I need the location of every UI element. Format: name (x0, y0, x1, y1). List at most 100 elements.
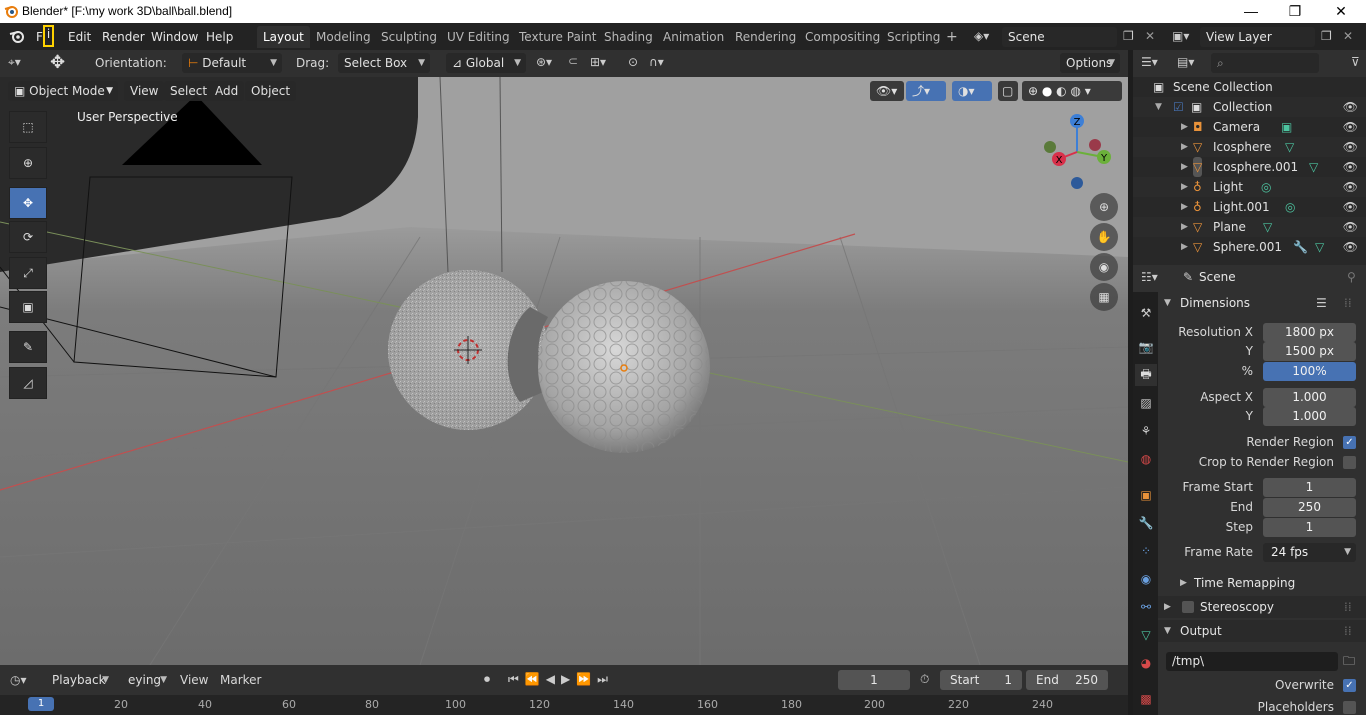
visibility-icon[interactable]: 👁▾ (870, 81, 904, 101)
outliner-item-icosphere-001[interactable]: ▶ ▽ Icosphere.001 ▽ 👁 (1133, 157, 1366, 177)
camera-view-icon[interactable]: ◉ (1090, 253, 1118, 281)
tab-shading[interactable]: Shading (598, 26, 659, 48)
placeholders-checkbox[interactable] (1343, 701, 1356, 714)
falloff-icon[interactable]: ∩▾ (649, 55, 664, 69)
orientation-dropdown[interactable]: ⊢ Default ▼ (182, 53, 282, 73)
expand-icon[interactable]: ▶ (1181, 197, 1188, 217)
pan-hand-icon[interactable]: ✋ (1090, 223, 1118, 251)
tab-rendering[interactable]: Rendering (729, 26, 802, 48)
playback-controls-icons[interactable]: ⏮⏪◀▶⏩⏭ (508, 672, 614, 687)
physics-tab-icon[interactable]: ◉ (1135, 568, 1157, 590)
restore-button[interactable]: ❐ (1272, 0, 1318, 23)
outliner-editor-type-icon[interactable]: ☰▾ (1141, 55, 1158, 69)
tab-animation[interactable]: Animation (657, 26, 730, 48)
overwrite-checkbox[interactable]: ✓ (1343, 679, 1356, 692)
expand-icon[interactable]: ▶ (1181, 237, 1188, 257)
outliner-item-collection[interactable]: ▼ ☑ ▣ Collection 👁 (1133, 97, 1366, 117)
menu-help[interactable]: Help (202, 28, 237, 46)
expand-icon[interactable]: ▼ (1155, 97, 1162, 117)
properties-editor-type-icon[interactable]: ☷▾ (1141, 270, 1158, 284)
expand-icon[interactable]: ▶ (1181, 137, 1188, 157)
crop-region-checkbox[interactable] (1343, 456, 1356, 469)
outliner-item-sphere-001[interactable]: ▶ ▽ Sphere.001 🔧 ▽ 👁 (1133, 237, 1366, 257)
outliner-item-camera[interactable]: ▶ ◘ Camera ▣ 👁 (1133, 117, 1366, 137)
scale-tool[interactable]: ⤢ (9, 257, 47, 289)
drag-dropdown[interactable]: Select Box ▼ (338, 53, 430, 73)
add-workspace-icon[interactable]: + (946, 29, 958, 45)
menu-edit[interactable]: Edit (64, 28, 95, 46)
playhead[interactable]: 1 (28, 697, 54, 711)
frame-rate-dropdown[interactable]: 24 fps ▼ (1263, 543, 1356, 562)
minimize-button[interactable]: — (1228, 0, 1274, 23)
folder-browse-icon[interactable]: 🗀 (1340, 652, 1358, 671)
timeline-ruler[interactable]: 1 20 40 60 80 100 120 140 160 180 200 22… (0, 695, 1128, 715)
frame-start-field[interactable]: 1 (1263, 478, 1356, 497)
pivot-point-icon[interactable]: ⊛▾ (536, 55, 552, 69)
view-layer-icon[interactable]: ▣▾ (1172, 29, 1189, 43)
constraints-tab-icon[interactable]: ⚯ (1135, 596, 1157, 618)
render-region-checkbox[interactable]: ✓ (1343, 436, 1356, 449)
expand-icon[interactable]: ▶ (1181, 157, 1188, 177)
annotate-tool[interactable]: ✎ (9, 331, 47, 363)
tab-compositing[interactable]: Compositing (799, 26, 886, 48)
stereoscopy-panel-header[interactable]: ▶ Stereoscopy ⁞⁞ (1158, 596, 1366, 618)
view-layer-tab-icon[interactable]: ▨ (1135, 392, 1157, 414)
viewport-view-menu[interactable]: View (124, 81, 165, 101)
aspect-y-field[interactable]: 1.000 (1263, 407, 1356, 426)
eye-icon[interactable]: 👁 (1343, 137, 1358, 157)
options-dropdown[interactable]: Options ▼ (1060, 53, 1120, 73)
material-tab-icon[interactable]: ◕ (1135, 652, 1157, 674)
eye-icon[interactable]: 👁 (1343, 197, 1358, 217)
render-tab-icon[interactable]: 📷 (1135, 336, 1157, 358)
outliner-scene-collection[interactable]: ▣ Scene Collection (1133, 77, 1366, 97)
proportional-edit-icon[interactable]: ⊙ (628, 55, 638, 69)
texture-tab-icon[interactable]: ▩ (1135, 688, 1157, 710)
scene-tab-icon[interactable]: ⚘ (1135, 420, 1157, 442)
overlay-toggle-icon[interactable]: ◑▾ (952, 81, 992, 101)
mode-dropdown[interactable]: ▣ Object Mode ▼ (8, 81, 118, 101)
snap-icon[interactable]: ⊂ (568, 54, 578, 68)
stopwatch-icon[interactable]: ⏱ (920, 672, 929, 687)
output-panel-header[interactable]: ▼ Output ⁞⁞ (1158, 620, 1366, 642)
remove-scene-icon[interactable]: ✕ (1145, 29, 1155, 43)
eye-icon[interactable]: 👁 (1343, 117, 1358, 137)
outliner-search-input[interactable]: ⌕ (1211, 53, 1319, 73)
scene-name-field[interactable]: Scene (1002, 27, 1117, 47)
tab-sculpting[interactable]: Sculpting (375, 26, 443, 48)
rotate-tool[interactable]: ⟳ (9, 221, 47, 253)
start-frame-field[interactable]: Start 1 (940, 670, 1022, 690)
playback-dropdown[interactable]: Playback ▼ (46, 670, 114, 690)
tab-layout[interactable]: Layout (257, 26, 310, 48)
tab-uv-editing[interactable]: UV Editing (441, 26, 516, 48)
timeline-marker-menu[interactable]: Marker (220, 670, 261, 690)
viewport-select-menu[interactable]: Select (164, 81, 214, 101)
menu-file[interactable]: Fi (32, 25, 58, 47)
snap-target-icon[interactable]: ⊞▾ (590, 55, 606, 69)
outliner-item-light[interactable]: ▶ ♁ Light ◎ 👁 (1133, 177, 1366, 197)
eye-icon[interactable]: 👁 (1343, 217, 1358, 237)
current-frame-field[interactable]: 1 (838, 670, 910, 690)
timeline-view-menu[interactable]: View (180, 670, 208, 690)
resolution-x-field[interactable]: 1800 px (1263, 323, 1356, 342)
time-remapping-subpanel[interactable]: ▶ Time Remapping (1158, 572, 1366, 594)
output-path-field[interactable]: /tmp\ (1166, 652, 1338, 671)
outliner-item-light-001[interactable]: ▶ ♁ Light.001 ◎ 👁 (1133, 197, 1366, 217)
menu-window[interactable]: Window (147, 28, 202, 46)
tab-modeling[interactable]: Modeling (310, 26, 377, 48)
dimensions-panel-header[interactable]: ▼ Dimensions ☰ ⁞⁞ (1158, 292, 1366, 314)
blender-menu-icon[interactable] (8, 28, 28, 46)
expand-icon[interactable]: ▶ (1181, 217, 1188, 237)
timeline-editor-type-icon[interactable]: ◷▾ (10, 673, 27, 687)
drag-handle-icon[interactable]: ⁞⁞ (1344, 620, 1352, 642)
record-icon[interactable]: ⏺ (484, 672, 490, 687)
particles-tab-icon[interactable]: ⁘ (1135, 540, 1157, 562)
cursor-tool[interactable]: ⊕ (9, 147, 47, 179)
resolution-percent-field[interactable]: 100% (1263, 362, 1356, 381)
pin-icon[interactable]: ⚲ (1347, 270, 1356, 284)
transform-tool[interactable]: ▣ (9, 291, 47, 323)
tool-tab-icon[interactable]: ⚒ (1135, 302, 1157, 324)
view-layer-field[interactable]: View Layer (1200, 27, 1315, 47)
transform-orientation-dropdown[interactable]: ⊿ Global ▼ (446, 53, 526, 73)
select-box-tool[interactable]: ⬚ (9, 111, 47, 143)
modifier-tab-icon[interactable]: 🔧 (1135, 512, 1157, 534)
